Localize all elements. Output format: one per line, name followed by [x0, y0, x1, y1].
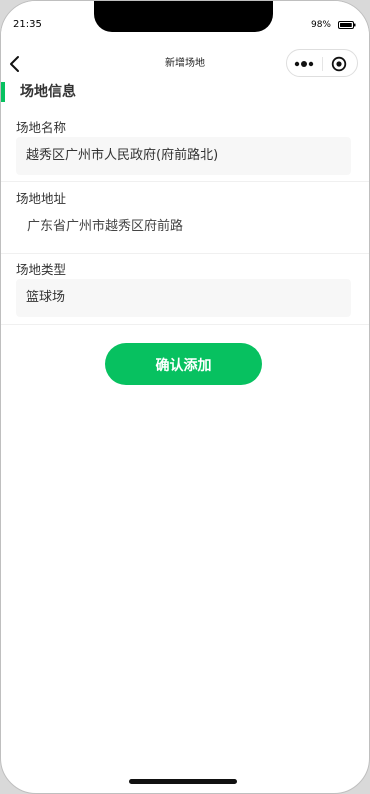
venue-name-label: 场地名称	[16, 120, 67, 135]
more-dots-icon[interactable]	[294, 58, 316, 70]
capsule-divider	[322, 57, 323, 71]
section-title: 场地信息	[20, 84, 76, 100]
mini-program-capsule	[286, 49, 358, 77]
section-accent-bar	[1, 82, 5, 102]
status-bar: 21:35 98%	[1, 1, 369, 41]
field-divider	[1, 181, 369, 182]
confirm-add-button[interactable]: 确认添加	[105, 343, 262, 385]
venue-name-input[interactable]: 越秀区广州市人民政府(府前路北)	[16, 137, 351, 175]
battery-percent: 98%	[310, 20, 331, 30]
venue-type-label: 场地类型	[16, 262, 67, 277]
venue-address-input[interactable]: 广东省广州市越秀区府前路	[16, 208, 351, 246]
phone-screen: 21:35 98% 新增场地 场地信息 场地名称 越秀区广州市人民政府(府前路北…	[0, 0, 370, 794]
target-close-icon[interactable]	[331, 56, 347, 72]
section-header: 场地信息	[1, 82, 369, 104]
field-divider	[1, 324, 369, 325]
field-divider	[1, 253, 369, 254]
device-notch	[94, 1, 273, 32]
venue-address-label: 场地地址	[16, 191, 67, 206]
status-time: 21:35	[13, 19, 42, 30]
navigation-bar: 新增场地	[1, 45, 369, 83]
battery-icon	[338, 21, 356, 29]
venue-type-select[interactable]: 篮球场	[16, 279, 351, 317]
home-indicator	[129, 779, 237, 784]
